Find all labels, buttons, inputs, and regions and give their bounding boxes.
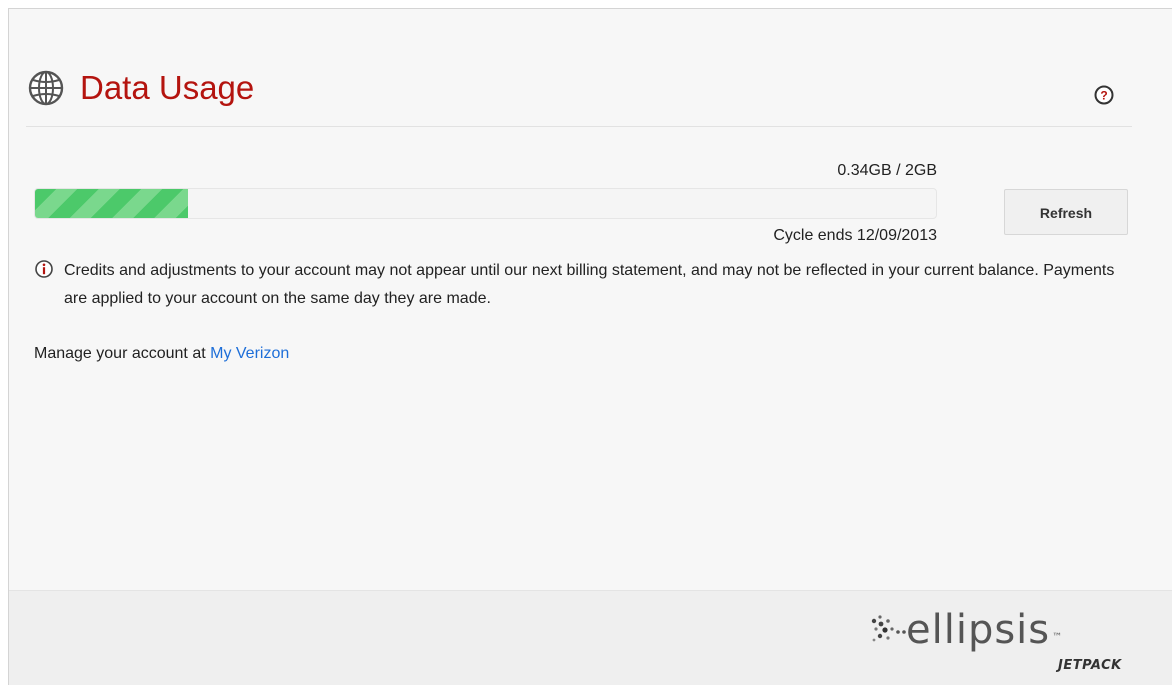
svg-text:?: ? (1100, 89, 1107, 103)
refresh-button[interactable]: Refresh (1004, 189, 1128, 235)
help-icon[interactable]: ? (1094, 85, 1114, 105)
logo-trademark: ™ (1052, 632, 1064, 643)
manage-prefix: Manage your account at (34, 345, 211, 362)
ellipsis-jetpack-logo: ellipsis ™ JETPACK (862, 598, 1132, 678)
notice-text: Credits and adjustments to your account … (64, 262, 1115, 307)
manage-account-text: Manage your account at My Verizon (34, 345, 289, 363)
usage-progress-fill (35, 189, 189, 218)
logo-wordmark: ellipsis ™ (906, 606, 1063, 654)
my-verizon-link[interactable]: My Verizon (210, 345, 289, 362)
usage-progress-bar (34, 188, 937, 219)
page-header: Data Usage ? (26, 66, 1132, 127)
info-icon (35, 260, 53, 278)
cycle-end-text: Cycle ends 12/09/2013 (773, 227, 937, 244)
usage-summary: 0.34GB / 2GB (837, 162, 937, 179)
logo-word: ellipsis (906, 607, 1051, 653)
ellipsis-dots-icon (871, 615, 906, 642)
globe-icon (28, 70, 64, 106)
logo-subtitle: JETPACK (1058, 658, 1122, 673)
page-title: Data Usage (80, 69, 255, 106)
